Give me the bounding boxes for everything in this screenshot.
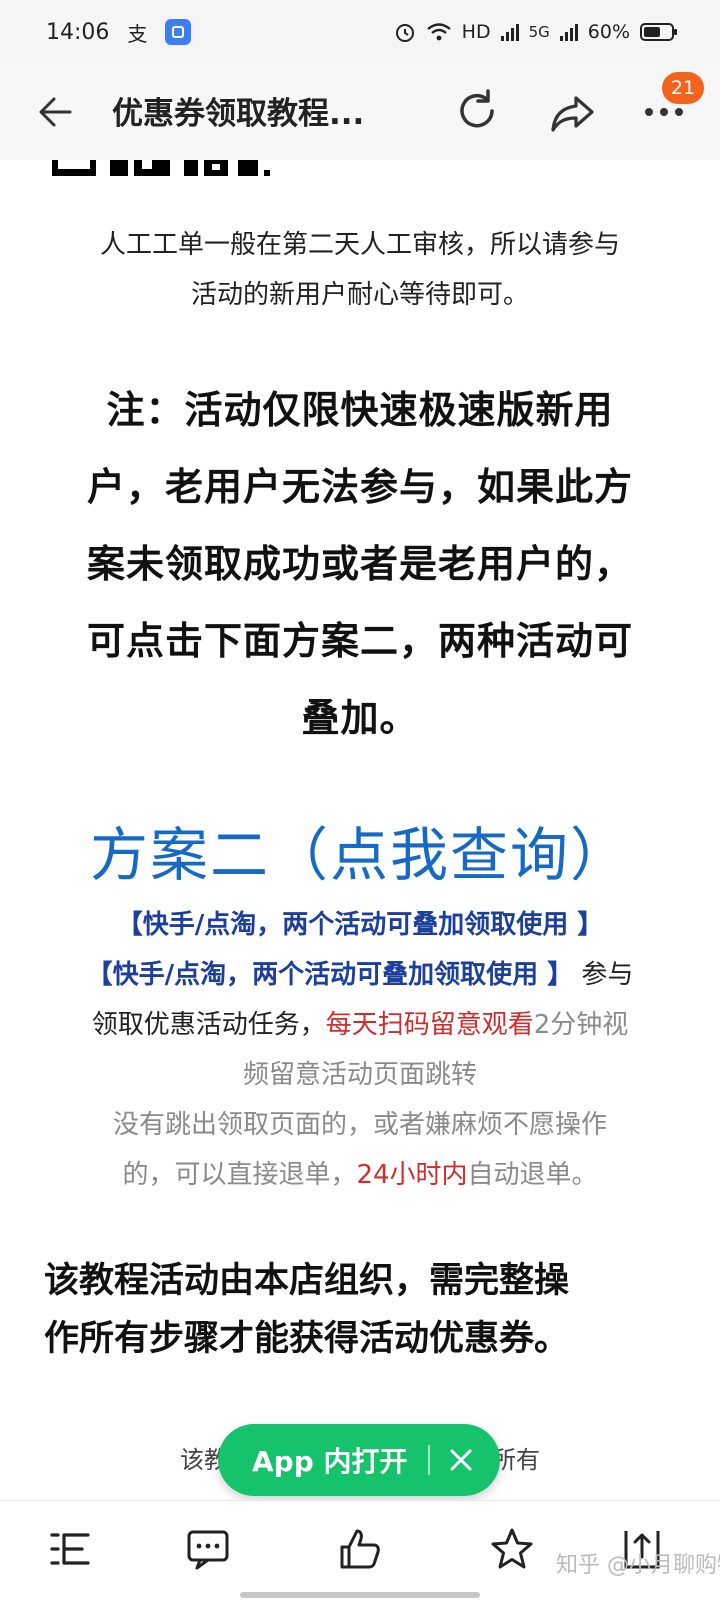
share-icon[interactable] [548, 88, 598, 138]
status-bar-right: HD 5G 60% [394, 21, 677, 43]
refresh-icon[interactable] [452, 86, 502, 136]
bottom-action-bar: 知乎 @小月聊购物 [0, 1500, 720, 1600]
status-bar-left: 14:06 支 [46, 18, 192, 47]
review-line-1: 人工工单一般在第二天人工审核，所以请参与 [99, 230, 620, 260]
plan-two-details: 【快手/点淘，两个活动可叠加领取使用 】 【快手/点淘，两个活动可叠加领取使用 … [44, 900, 676, 1200]
tag-line[interactable]: 【快手/点淘，两个活动可叠加领取使用 】 [44, 900, 676, 950]
closing-line-1: 该教程活动由本店组织，需完整操 [44, 1261, 570, 1301]
source-watermark: 知乎 @小月聊购物 [556, 1553, 720, 1578]
task-line-2-b: 2分钟视 [533, 1010, 629, 1040]
status-bar: 14:06 支 HD 5G 60% [0, 0, 720, 64]
review-paragraph: 人工工单一般在第二天人工审核，所以请参与 活动的新用户耐心等待即可。 [50, 220, 670, 320]
note-line-5: 叠加。 [301, 696, 419, 740]
note-line-2: 户，老用户无法参与，如果此方 [86, 465, 633, 509]
open-in-app-label[interactable]: App 内打开 [252, 1440, 408, 1480]
note-paragraph: 注：活动仅限快速极速版新用 户，老用户无法参与，如果此方 案未领取成功或者是老用… [44, 372, 676, 757]
refund-line-2-a: 的，可以直接退单， [122, 1160, 357, 1190]
top-toolbar: 优惠券领取教程... 21 [0, 64, 720, 160]
note-line-1: 注：活动仅限快速极速版新用 [106, 388, 614, 432]
signal-bars-icon [500, 23, 519, 41]
alarm-icon [395, 24, 414, 42]
refund-line-2-b: 自动退单。 [467, 1160, 598, 1190]
task-line-2: 领取优惠活动任务，每天扫码留意观看2分钟视 [44, 1000, 676, 1050]
comment-icon[interactable] [186, 1527, 230, 1571]
close-icon[interactable] [448, 1447, 474, 1473]
task-line-2-a: 领取优惠活动任务， [91, 1010, 326, 1040]
task-line-1: 【快手/点淘，两个活动可叠加领取使用 】 参与 [44, 950, 676, 1000]
home-indicator[interactable] [240, 1592, 480, 1598]
refund-highlight: 24小时内 [356, 1160, 468, 1190]
battery-icon [640, 23, 677, 41]
task-line-2-highlight: 每天扫码留意观看 [325, 1010, 534, 1040]
task-line-3: 频留意活动页面跳转 [242, 1060, 477, 1090]
note-line-3: 案未领取成功或者是老用户的， [86, 542, 633, 586]
task-join: 参与 [573, 960, 634, 990]
star-icon[interactable] [490, 1527, 534, 1571]
article-content: 人工工单一般在第二天人工审核，所以请参与 活动的新用户耐心等待即可。 注：活动仅… [0, 160, 720, 1500]
pill-divider [427, 1445, 430, 1475]
alipay-notification-icon: 支 [127, 21, 148, 46]
catalog-icon[interactable] [48, 1527, 92, 1571]
open-in-app-button[interactable]: App 内打开 [218, 1424, 500, 1496]
signal-bars-5g-icon [559, 23, 578, 41]
review-line-2: 活动的新用户耐心等待即可。 [190, 280, 529, 310]
notification-badge: 21 [662, 72, 704, 104]
qr-code-image [52, 160, 270, 176]
refund-line-2: 的，可以直接退单，24小时内自动退单。 [44, 1150, 676, 1200]
task-tag[interactable]: 【快手/点淘，两个活动可叠加领取使用 】 [87, 960, 574, 990]
app-notification-icon [165, 19, 192, 45]
more-icon[interactable] [644, 106, 684, 118]
network-5g-label: 5G [528, 23, 550, 41]
plan-two-link[interactable]: 方案二（点我查询） [0, 808, 720, 892]
page-title: 优惠券领取教程... [112, 96, 365, 132]
back-arrow-icon[interactable] [36, 92, 76, 132]
closing-paragraph: 该教程活动由本店组织，需完整操 作所有步骤才能获得活动优惠券。 [44, 1252, 684, 1368]
wifi-icon [426, 23, 451, 41]
closing-line-2: 作所有步骤才能获得活动优惠券。 [44, 1319, 570, 1359]
network-hd-label: HD [461, 21, 491, 43]
refund-line-1: 没有跳出领取页面的，或者嫌麻烦不愿操作 [112, 1110, 607, 1140]
status-time: 14:06 [46, 19, 110, 45]
like-icon[interactable] [338, 1527, 382, 1571]
battery-percent: 60% [587, 21, 630, 43]
note-line-4: 可点击下面方案二，两种活动可 [86, 619, 633, 663]
